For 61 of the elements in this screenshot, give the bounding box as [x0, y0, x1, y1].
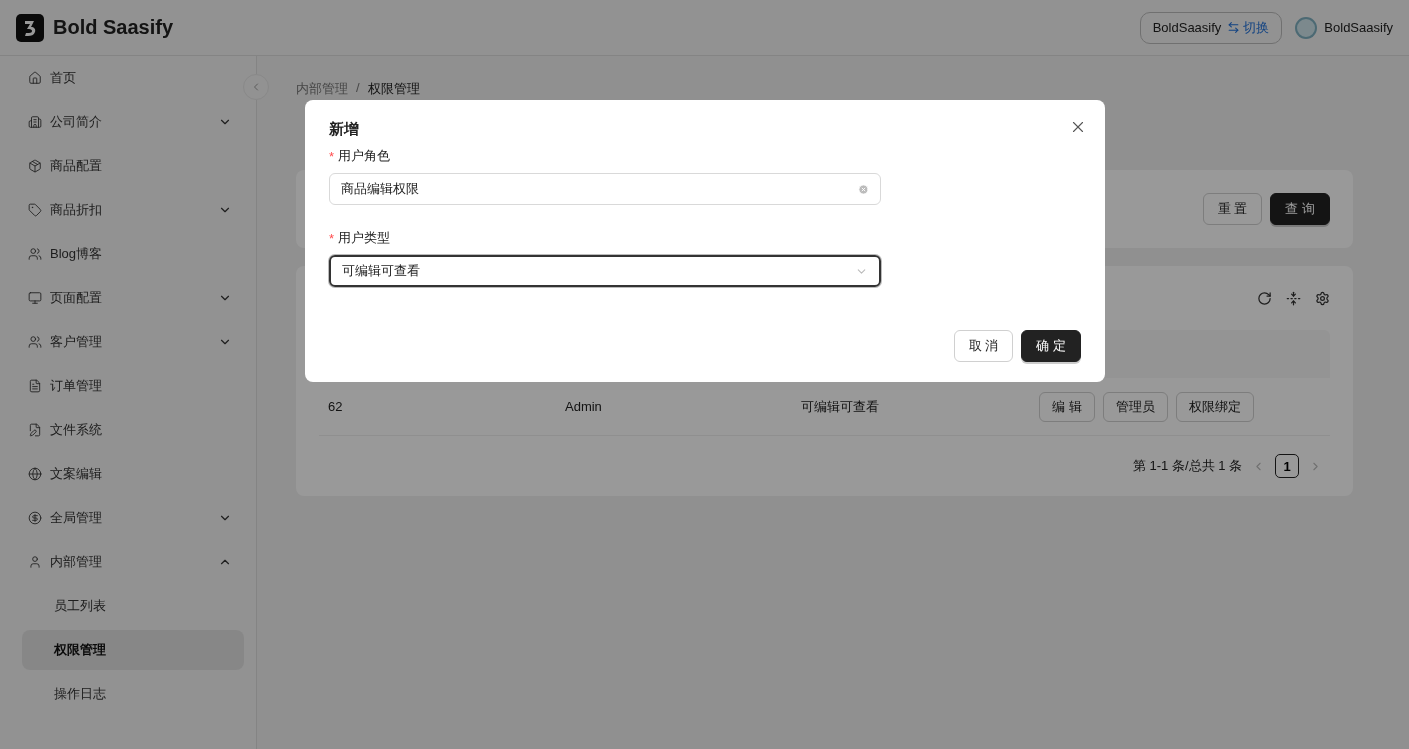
avatar-icon[interactable]	[1294, 15, 1319, 40]
menu-icon	[28, 115, 42, 129]
logo-icon	[16, 13, 44, 42]
swap-arrows-icon	[1227, 21, 1241, 34]
clear-icon[interactable]	[858, 183, 869, 195]
sidebar-item[interactable]: 员工列表	[22, 586, 244, 626]
pagination-summary: 第 1-1 条/总共 1 条	[1132, 457, 1242, 475]
required-mark: *	[329, 230, 335, 246]
switch-link[interactable]: 切换	[1227, 18, 1270, 37]
row-action-button[interactable]: 权限绑定	[1175, 391, 1254, 422]
query-button[interactable]: 查 询	[1270, 193, 1330, 225]
account-name: BoldSaasify	[1152, 20, 1222, 35]
dialog-title: 新增	[329, 120, 359, 139]
brand-name: Bold Saasify	[53, 16, 174, 39]
cancel-button[interactable]: 取 消	[953, 330, 1014, 362]
sidebar-item[interactable]: 页面配置	[22, 278, 244, 318]
menu-icon	[28, 71, 42, 85]
table-cell-text: Admin	[565, 399, 603, 414]
menu-icon	[28, 291, 42, 305]
sidebar-item[interactable]: 首页	[22, 58, 244, 98]
sidebar-item[interactable]: 公司简介	[22, 102, 244, 142]
row-action-button[interactable]: 管理员	[1102, 391, 1168, 422]
sidebar-item[interactable]: 操作日志	[22, 674, 244, 714]
breadcrumb-link[interactable]: 内部管理	[296, 80, 348, 98]
sidebar-item[interactable]: 内部管理	[22, 542, 244, 582]
menu-icon	[28, 379, 42, 393]
breadcrumb-current: 权限管理	[367, 80, 420, 98]
row-height-icon[interactable]	[1286, 290, 1301, 306]
field-label: * 用户角色	[329, 147, 392, 165]
menu-icon	[28, 511, 42, 525]
sidebar-item[interactable]: 商品折扣	[22, 190, 244, 230]
breadcrumb-separator: /	[356, 80, 360, 97]
menu-icon	[28, 555, 42, 569]
menu-icon	[28, 423, 42, 437]
sidebar-item[interactable]: 客户管理	[22, 322, 244, 362]
sidebar-item[interactable]: 文案编辑	[22, 454, 244, 494]
sidebar-item[interactable]: 全局管理	[22, 498, 244, 538]
menu-icon	[28, 159, 42, 173]
row-action-button[interactable]: 编 辑	[1039, 391, 1095, 422]
field-label: * 用户类型	[329, 229, 392, 247]
menu-icon	[28, 335, 42, 349]
collapse-button[interactable]	[243, 74, 269, 100]
menu-icon	[28, 247, 42, 261]
sidebar-item[interactable]: 权限管理	[22, 630, 244, 670]
menu-icon	[28, 467, 42, 481]
reset-button[interactable]: 重 置	[1202, 193, 1263, 225]
sidebar-item[interactable]: 商品配置	[22, 146, 244, 186]
sidebar-item[interactable]: Blog博客	[22, 234, 244, 274]
reload-icon[interactable]	[1257, 290, 1272, 306]
table-cell-text: 62	[328, 399, 344, 414]
table-cell-text: 可编辑可查看	[801, 397, 880, 416]
sidebar-item[interactable]: 订单管理	[22, 366, 244, 406]
page-button[interactable]: 1	[1275, 454, 1299, 478]
confirm-button[interactable]: 确 定	[1021, 330, 1081, 362]
select-field[interactable]: 可编辑可查看	[329, 255, 881, 287]
input-field[interactable]: 商品编辑权限	[329, 173, 881, 205]
settings-icon[interactable]	[1315, 290, 1330, 306]
required-mark: *	[329, 148, 335, 164]
user-name[interactable]: BoldSaasify	[1324, 20, 1393, 35]
sidebar-item[interactable]: 文件系统	[22, 410, 244, 450]
menu-icon	[28, 203, 42, 217]
